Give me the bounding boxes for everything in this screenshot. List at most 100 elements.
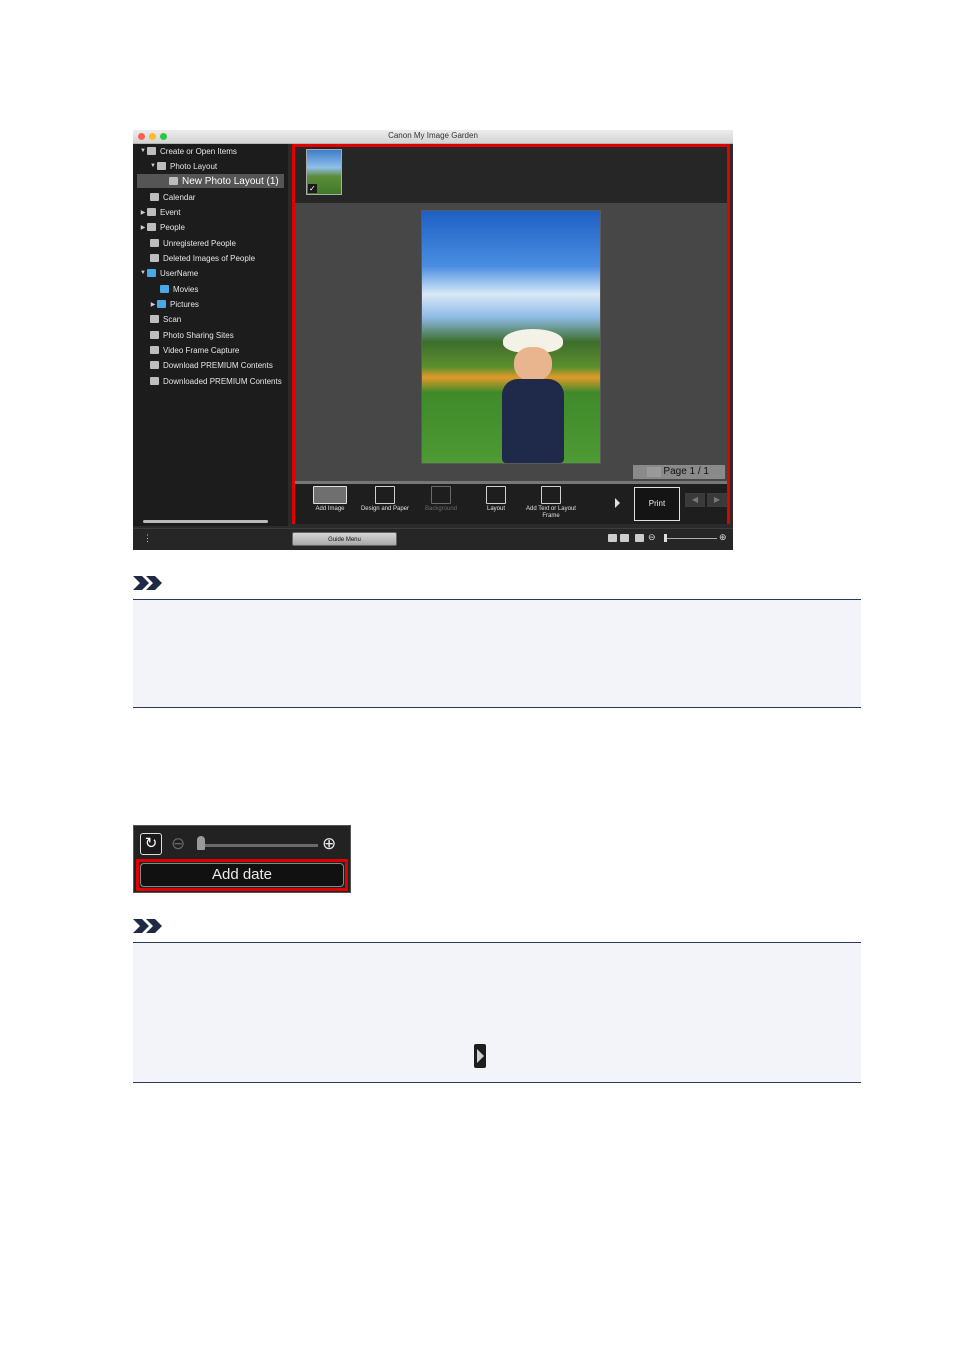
video-frame-icon	[150, 346, 159, 354]
sidebar-item-new-photo-layout[interactable]: New Photo Layout (1)	[137, 174, 284, 188]
sidebar-item-label: Event	[160, 207, 181, 217]
design-and-paper-icon	[375, 486, 395, 504]
sidebar-item-event[interactable]: ▶ Event	[139, 205, 181, 219]
expand-arrow-icon[interactable]: ▼	[149, 163, 157, 169]
zoom-out-icon[interactable]: ⊖	[648, 532, 656, 543]
sidebar-item-label: UserName	[160, 268, 199, 278]
scan-icon	[150, 315, 159, 323]
event-icon	[147, 208, 156, 216]
photo-subject-body	[502, 379, 564, 463]
page-indicator: Page 1 / 1	[633, 465, 725, 479]
sidebar-item-label: Photo Layout	[170, 161, 218, 171]
sidebar-item-people[interactable]: ▶ People	[139, 220, 185, 234]
edit-area: ✓ Page 1 / 1 Add Image Design and Paper …	[292, 144, 730, 524]
expand-arrow-icon[interactable]: ▼	[139, 148, 147, 154]
deleted-people-icon	[150, 254, 159, 262]
sidebar: ▼ Create or Open Items ▼ Photo Layout Ne…	[133, 144, 288, 526]
note-chevron-icon	[133, 576, 162, 590]
sidebar-item-deleted-images-of-people[interactable]: Deleted Images of People	[142, 251, 255, 265]
add-text-icon	[541, 486, 561, 504]
note-box	[133, 599, 861, 708]
create-items-icon	[147, 147, 156, 155]
sidebar-scrollbar[interactable]	[143, 520, 268, 523]
window-title: Canon My Image Garden	[388, 131, 478, 140]
sidebar-item-download-premium-contents[interactable]: Download PREMIUM Contents	[142, 358, 273, 372]
layout-label: Layout	[486, 506, 505, 512]
unregistered-people-icon	[150, 239, 159, 247]
edit-toolbar: Add Image Design and Paper Background La…	[295, 484, 727, 524]
more-options-icon[interactable]: ⋮	[143, 533, 152, 544]
prev-page-button[interactable]: ◀	[685, 493, 705, 507]
sidebar-item-label: Pictures	[170, 299, 199, 309]
zoom-in-icon[interactable]: ⊕	[719, 532, 727, 543]
sidebar-item-label: New Photo Layout (1)	[182, 175, 279, 187]
full-screen-icon[interactable]	[635, 534, 644, 542]
guide-menu-button[interactable]: Guide Menu	[292, 532, 397, 546]
sidebar-item-photo-sharing-sites[interactable]: Photo Sharing Sites	[142, 328, 234, 342]
sidebar-item-photo-layout[interactable]: ▼ Photo Layout	[149, 159, 217, 173]
thumbnail-strip: ✓	[295, 147, 727, 203]
layout-icon	[486, 486, 506, 504]
sidebar-item-label: Photo Sharing Sites	[163, 330, 234, 340]
background-icon	[431, 486, 451, 504]
zoom-slider[interactable]	[664, 538, 717, 539]
photo-sharing-icon	[150, 331, 159, 339]
photo-subject-face	[514, 347, 552, 381]
page-thumbnail[interactable]: ✓	[306, 149, 342, 195]
photo-preview[interactable]	[422, 211, 600, 463]
add-date-button[interactable]: Add date	[140, 863, 344, 887]
sidebar-item-label: Downloaded PREMIUM Contents	[163, 376, 282, 386]
photo-layout-icon	[157, 162, 166, 170]
zoom-slider-handle[interactable]	[664, 534, 667, 542]
sidebar-item-downloaded-premium-contents[interactable]: Downloaded PREMIUM Contents	[142, 374, 282, 388]
folder-icon	[157, 300, 166, 308]
sidebar-item-label: Create or Open Items	[160, 146, 237, 156]
next-arrow-icon	[474, 1044, 486, 1068]
photo-layout-icon	[169, 177, 178, 185]
expand-arrow-icon[interactable]: ▼	[139, 270, 147, 276]
sidebar-item-calendar[interactable]: Calendar	[142, 190, 195, 204]
note-chevron-icon	[133, 919, 162, 933]
sidebar-item-label: Video Frame Capture	[163, 345, 240, 355]
sidebar-item-pictures[interactable]: ▶ Pictures	[149, 297, 199, 311]
thumbnail-view-icon[interactable]	[608, 534, 617, 542]
sidebar-item-label: Download PREMIUM Contents	[163, 360, 273, 370]
title-bar: Canon My Image Garden	[133, 130, 733, 144]
add-text-or-layout-frame-button[interactable]: Add Text or Layout Frame	[526, 486, 576, 520]
sidebar-item-label: Movies	[173, 284, 199, 294]
image-size-slider[interactable]	[198, 844, 318, 847]
expand-arrow-icon[interactable]: ▶	[149, 301, 157, 308]
rotate-icon[interactable]: ↻	[140, 833, 162, 855]
calendar-icon	[150, 193, 159, 201]
computer-icon	[147, 269, 156, 277]
image-size-slider-handle[interactable]	[197, 836, 205, 850]
background-label: Background	[424, 506, 458, 512]
expand-arrow-icon[interactable]: ▶	[139, 224, 147, 231]
more-arrow-icon[interactable]	[615, 498, 620, 508]
sidebar-item-label: Scan	[163, 314, 182, 324]
next-page-button[interactable]: ▶	[707, 493, 727, 507]
print-button[interactable]: Print	[634, 487, 680, 521]
sidebar-item-label: Unregistered People	[163, 238, 236, 248]
details-view-icon[interactable]	[620, 534, 629, 542]
add-image-label: Add Image	[315, 506, 345, 512]
sidebar-item-create-or-open-items[interactable]: ▼ Create or Open Items	[139, 144, 237, 158]
sidebar-item-unregistered-people[interactable]: Unregistered People	[142, 236, 236, 250]
sidebar-item-username[interactable]: ▼ UserName	[139, 266, 198, 280]
check-icon: ✓	[308, 184, 317, 193]
sidebar-item-scan[interactable]: Scan	[142, 312, 181, 326]
add-image-button[interactable]: Add Image	[305, 486, 355, 513]
zoom-in-icon[interactable]: ⊕	[322, 835, 336, 852]
expand-arrow-icon[interactable]: ▶	[139, 209, 147, 216]
add-text-label: Add Text or Layout Frame	[526, 506, 576, 519]
zoom-out-icon[interactable]: ⊖	[171, 835, 185, 852]
folder-icon	[160, 285, 169, 293]
design-and-paper-button[interactable]: Design and Paper	[360, 486, 410, 513]
sidebar-item-movies[interactable]: Movies	[152, 282, 198, 296]
sidebar-item-label: Deleted Images of People	[163, 253, 256, 263]
download-icon	[150, 361, 159, 369]
people-icon	[147, 223, 156, 231]
sidebar-item-video-frame-capture[interactable]: Video Frame Capture	[142, 343, 239, 357]
layout-button[interactable]: Layout	[471, 486, 521, 513]
background-button[interactable]: Background	[416, 486, 466, 513]
